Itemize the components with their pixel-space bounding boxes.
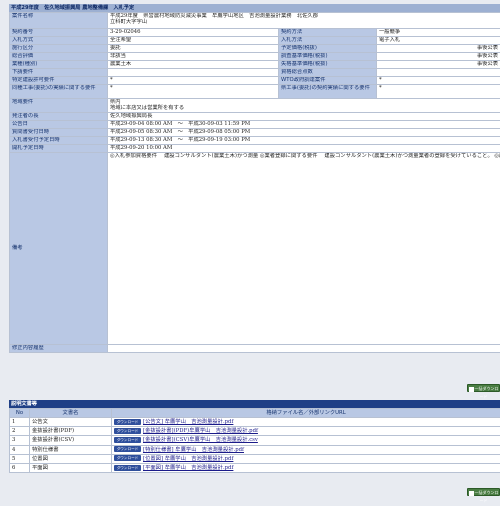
- shusei-label: 修正内容履歴: [9, 344, 108, 353]
- download-icon: [468, 490, 474, 496]
- kenmin: *: [375, 84, 500, 99]
- gyoshu: 農業土木: [107, 60, 279, 69]
- shusei: [106, 344, 500, 353]
- sogo-hyoka: 非該当: [107, 52, 279, 61]
- file-link[interactable]: [位置図] 牟鷹学山 吉池測量設計.pdf: [143, 456, 233, 462]
- yotei-kakaku-label: 予定価格(税抜): [278, 44, 377, 53]
- table-row: 4 特別仕様書 ダウンロード [特別仕様書] 牟鷹学山 吉池測量設計.pdf: [9, 444, 500, 455]
- file-download-button[interactable]: ダウンロード: [114, 418, 141, 425]
- nyusatsu-hoshiki: 全注希望: [107, 36, 279, 45]
- file-link[interactable]: [特別仕様書] 牟鷹学山 吉池測量設計.pdf: [143, 447, 244, 453]
- chiiki-label: 地域要件: [9, 98, 108, 113]
- anken-name: 平成29年度 県営農村地域防災減災事業 牟鷹学山地区 吉池測量設計業務 北佐久郡…: [106, 12, 500, 29]
- table-row: 6 平面図 ダウンロード [平面図] 牟鷹学山 吉池測量設計.pdf: [9, 462, 500, 474]
- gyoshu-label: 業種(種別): [9, 60, 108, 69]
- file-link[interactable]: [平面図] 牟鷹学山 吉池測量設計.pdf: [143, 465, 233, 471]
- table-row: 5 位置図 ダウンロード [位置図] 牟鷹学山 吉池測量設計.pdf: [9, 453, 500, 464]
- shitsumon-label: 質問書受付日時: [9, 128, 108, 137]
- download-all-button-bottom[interactable]: 一括ダウンロード: [467, 488, 500, 503]
- docs-table: No 文書名 格納ファイル名／外部リンクURL 1 公告文 ダウンロード [公告文…: [9, 408, 500, 474]
- kogyo-kubun: 委託: [107, 44, 279, 53]
- nyusatsusho-label: 入札書受付予定日時: [9, 136, 108, 145]
- biko-label: 備考: [9, 152, 108, 345]
- file-download-button[interactable]: ダウンロード: [114, 446, 141, 453]
- file-link[interactable]: [金抜設計書](PDF)牟鷹学山 吉池測量設計.pdf: [143, 428, 258, 434]
- kogyo-kubun-label: 施行区分: [9, 44, 108, 53]
- biko-notes: ◎入札参加資格要件 建設コンサルタント(農業土木)かつ測量 ◎業者登録に関する要…: [106, 152, 500, 345]
- page: 平成29年度 佐久地域振興局 農地整備課 入札予定 案件名称 平成29年度 県営…: [0, 0, 500, 506]
- table-row: 1 公告文 ダウンロード [公告文] 牟鷹学山 吉池測量設計.pdf: [9, 416, 500, 428]
- nyusatsu-hoshiki-label: 入札方式: [9, 36, 108, 45]
- table-row: 2 金抜設計書(PDF) ダウンロード [金抜設計書](PDF)牟鷹学山 吉池測量…: [9, 426, 500, 437]
- hatchu-label: 発注者の長: [9, 112, 108, 121]
- shikkaku-kijun-label: 失格基準価格(税抜): [278, 60, 377, 69]
- shitauke-label: 下請要件: [9, 68, 108, 77]
- col-file: 格納ファイル名／外部リンクURL: [111, 408, 500, 418]
- sogo-hyoka-label: 総合評価: [9, 52, 108, 61]
- nyusatsu-hoho: 電子入札: [375, 36, 500, 45]
- download-icon: [468, 386, 474, 392]
- dogyo-label: 同種工事(委託)の実績に関する要件: [9, 84, 108, 99]
- kokoku: 平成29-09-04 08:00 AM 〜 平成30-09-03 11:59 P…: [106, 120, 500, 129]
- hatchu: 佐久地域振興局長: [106, 112, 500, 121]
- col-no: No: [9, 408, 30, 418]
- wto: *: [375, 76, 500, 85]
- file-link[interactable]: [金抜設計書](CSV)牟鷹学山 吉池測量設計.csv: [143, 437, 258, 443]
- file-download-button[interactable]: ダウンロード: [114, 464, 141, 471]
- details-table: 案件名称 平成29年度 県営農村地域防災減災事業 牟鷹学山地区 吉池測量設計業務…: [9, 12, 500, 353]
- file-link[interactable]: [公告文] 牟鷹学山 吉池測量設計.pdf: [143, 419, 233, 425]
- kokoku-label: 公告日: [9, 120, 108, 129]
- shikaku-sogo-label: 資格総合点数: [278, 68, 377, 77]
- wto-label: WTO政府調達案件: [278, 76, 377, 85]
- file-download-button[interactable]: ダウンロード: [114, 427, 141, 434]
- nyusatsusho: 平成29-09-13 08:30 AM 〜 平成29-09-19 03:00 P…: [106, 136, 500, 145]
- file-download-button[interactable]: ダウンロード: [114, 455, 141, 462]
- table-row: 3 金抜設計書(CSV) ダウンロード [金抜設計書](CSV)牟鷹学山 吉池測量…: [9, 435, 500, 446]
- chosa-kijun: 事後公表: [375, 52, 500, 61]
- shitauke: [107, 68, 279, 77]
- yotei-kakaku: 事後公表: [375, 44, 500, 53]
- shitsumon: 平成29-09-05 08:30 AM 〜 平成29-09-08 05:00 P…: [106, 128, 500, 137]
- download-all-button-top[interactable]: 一括ダウンロード: [467, 384, 500, 399]
- docs-header-row: No 文書名 格納ファイル名／外部リンクURL: [9, 408, 500, 418]
- file-download-button[interactable]: ダウンロード: [114, 436, 141, 443]
- tokutei-label: 特定建設許可要件: [9, 76, 108, 85]
- shikkaku-kijun: 事後公表: [375, 60, 500, 69]
- dogyo: *: [107, 84, 279, 99]
- kaisatsu: 平成29-09-20 10:00 AM: [106, 144, 500, 153]
- chosa-kijun-label: 調査基準価格(税抜): [278, 52, 377, 61]
- docs-section-title: 説明文書等: [9, 400, 500, 408]
- keiyaku-hoho: 一般競争: [375, 28, 500, 37]
- kenmin-label: 県工事(委託)の契約実績に関する要件: [278, 84, 377, 99]
- shikaku-sogo: [375, 68, 500, 77]
- keiyaku-hoho-label: 契約方法: [278, 28, 377, 37]
- chiiki: 県内 地域に本店又は営業所を有する: [106, 98, 500, 113]
- keiyaku-bango-label: 契約番号: [9, 28, 108, 37]
- keiyaku-bango: 3-29-02046: [107, 28, 279, 37]
- col-name: 文書名: [29, 408, 112, 418]
- nyusatsu-hoho-label: 入札方法: [278, 36, 377, 45]
- kaisatsu-label: 開札予定日時: [9, 144, 108, 153]
- page-title: 平成29年度 佐久地域振興局 農地整備課 入札予定: [9, 4, 500, 12]
- tokutei: *: [107, 76, 279, 85]
- anken-name-label: 案件名称: [9, 12, 108, 29]
